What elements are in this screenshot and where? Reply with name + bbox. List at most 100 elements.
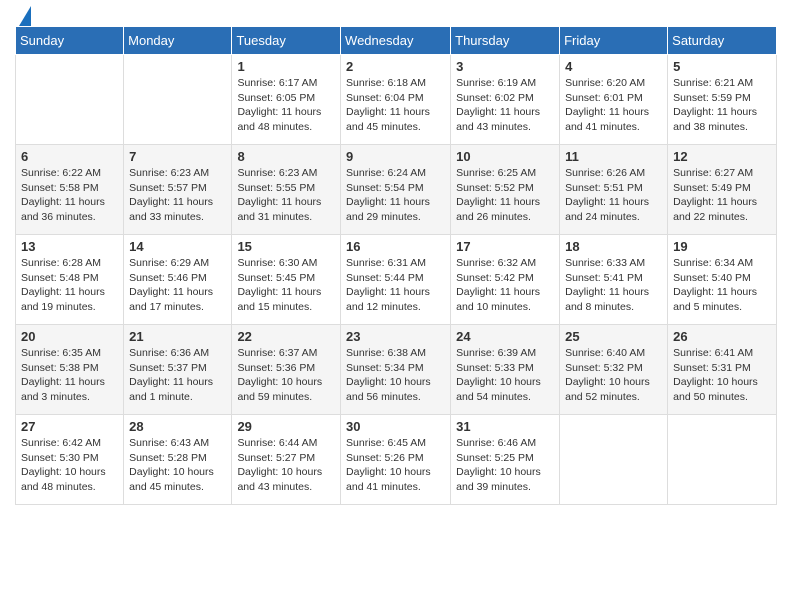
day-number: 18 [565, 239, 662, 254]
calendar-week-row: 6 Sunrise: 6:22 AMSunset: 5:58 PMDaylight… [16, 145, 777, 235]
day-info: Sunrise: 6:20 AMSunset: 6:01 PMDaylight:… [565, 76, 662, 135]
calendar-cell: 6 Sunrise: 6:22 AMSunset: 5:58 PMDaylight… [16, 145, 124, 235]
day-number: 7 [129, 149, 226, 164]
calendar-cell: 16 Sunrise: 6:31 AMSunset: 5:44 PMDayligh… [341, 235, 451, 325]
calendar-cell: 31 Sunrise: 6:46 AMSunset: 5:25 PMDayligh… [451, 415, 560, 505]
weekday-header: Saturday [668, 27, 777, 55]
calendar-cell: 1 Sunrise: 6:17 AMSunset: 6:05 PMDaylight… [232, 55, 341, 145]
day-number: 6 [21, 149, 118, 164]
day-number: 30 [346, 419, 445, 434]
day-number: 2 [346, 59, 445, 74]
day-info: Sunrise: 6:31 AMSunset: 5:44 PMDaylight:… [346, 256, 445, 315]
day-info: Sunrise: 6:33 AMSunset: 5:41 PMDaylight:… [565, 256, 662, 315]
day-number: 23 [346, 329, 445, 344]
calendar-cell: 27 Sunrise: 6:42 AMSunset: 5:30 PMDayligh… [16, 415, 124, 505]
calendar-cell [16, 55, 124, 145]
calendar-cell [124, 55, 232, 145]
day-info: Sunrise: 6:46 AMSunset: 5:25 PMDaylight:… [456, 436, 554, 495]
calendar-cell: 28Sunrise: 6:43 AMSunset: 5:28 PMDayligh… [124, 415, 232, 505]
day-number: 26 [673, 329, 771, 344]
calendar-cell: 23 Sunrise: 6:38 AMSunset: 5:34 PMDayligh… [341, 325, 451, 415]
weekday-header: Thursday [451, 27, 560, 55]
day-info: Sunrise: 6:17 AMSunset: 6:05 PMDaylight:… [237, 76, 335, 135]
day-number: 4 [565, 59, 662, 74]
day-info: Sunrise: 6:23 AMSunset: 5:57 PMDaylight:… [129, 166, 226, 225]
weekday-header: Wednesday [341, 27, 451, 55]
calendar-week-row: 13 Sunrise: 6:28 AMSunset: 5:48 PMDayligh… [16, 235, 777, 325]
day-info: Sunrise: 6:38 AMSunset: 5:34 PMDaylight:… [346, 346, 445, 405]
day-number: 31 [456, 419, 554, 434]
calendar-cell [668, 415, 777, 505]
day-info: Sunrise: 6:35 AMSunset: 5:38 PMDaylight:… [21, 346, 118, 405]
calendar-cell: 18 Sunrise: 6:33 AMSunset: 5:41 PMDayligh… [560, 235, 668, 325]
day-number: 5 [673, 59, 771, 74]
day-info: Sunrise: 6:39 AMSunset: 5:33 PMDaylight:… [456, 346, 554, 405]
calendar-cell: 7 Sunrise: 6:23 AMSunset: 5:57 PMDaylight… [124, 145, 232, 235]
day-info: Sunrise: 6:26 AMSunset: 5:51 PMDaylight:… [565, 166, 662, 225]
day-info: Sunrise: 6:22 AMSunset: 5:58 PMDaylight:… [21, 166, 118, 225]
day-info: Sunrise: 6:40 AMSunset: 5:32 PMDaylight:… [565, 346, 662, 405]
day-info: Sunrise: 6:25 AMSunset: 5:52 PMDaylight:… [456, 166, 554, 225]
day-number: 25 [565, 329, 662, 344]
weekday-header: Sunday [16, 27, 124, 55]
weekday-header: Tuesday [232, 27, 341, 55]
day-info: Sunrise: 6:36 AMSunset: 5:37 PMDaylight:… [129, 346, 226, 405]
calendar-cell: 17 Sunrise: 6:32 AMSunset: 5:42 PMDayligh… [451, 235, 560, 325]
calendar-cell: 22Sunrise: 6:37 AMSunset: 5:36 PMDayligh… [232, 325, 341, 415]
day-number: 10 [456, 149, 554, 164]
day-number: 28 [129, 419, 226, 434]
calendar-cell: 5 Sunrise: 6:21 AMSunset: 5:59 PMDaylight… [668, 55, 777, 145]
day-info: Sunrise: 6:34 AMSunset: 5:40 PMDaylight:… [673, 256, 771, 315]
calendar-cell: 11 Sunrise: 6:26 AMSunset: 5:51 PMDayligh… [560, 145, 668, 235]
weekday-header: Friday [560, 27, 668, 55]
logo-triangle-icon [19, 6, 31, 26]
day-number: 11 [565, 149, 662, 164]
day-number: 1 [237, 59, 335, 74]
day-number: 21 [129, 329, 226, 344]
calendar-cell: 21 Sunrise: 6:36 AMSunset: 5:37 PMDayligh… [124, 325, 232, 415]
calendar-cell: 19Sunrise: 6:34 AMSunset: 5:40 PMDayligh… [668, 235, 777, 325]
day-number: 12 [673, 149, 771, 164]
calendar-cell: 14 Sunrise: 6:29 AMSunset: 5:46 PMDayligh… [124, 235, 232, 325]
day-info: Sunrise: 6:19 AMSunset: 6:02 PMDaylight:… [456, 76, 554, 135]
day-info: Sunrise: 6:28 AMSunset: 5:48 PMDaylight:… [21, 256, 118, 315]
day-number: 17 [456, 239, 554, 254]
calendar-header: SundayMondayTuesdayWednesdayThursdayFrid… [16, 27, 777, 55]
calendar-cell: 25 Sunrise: 6:40 AMSunset: 5:32 PMDayligh… [560, 325, 668, 415]
day-number: 27 [21, 419, 118, 434]
day-info: Sunrise: 6:32 AMSunset: 5:42 PMDaylight:… [456, 256, 554, 315]
day-info: Sunrise: 6:30 AMSunset: 5:45 PMDaylight:… [237, 256, 335, 315]
day-number: 8 [237, 149, 335, 164]
day-info: Sunrise: 6:41 AMSunset: 5:31 PMDaylight:… [673, 346, 771, 405]
weekday-header: Monday [124, 27, 232, 55]
day-number: 29 [237, 419, 335, 434]
logo [15, 10, 31, 18]
day-number: 3 [456, 59, 554, 74]
day-info: Sunrise: 6:42 AMSunset: 5:30 PMDaylight:… [21, 436, 118, 495]
day-info: Sunrise: 6:29 AMSunset: 5:46 PMDaylight:… [129, 256, 226, 315]
calendar-week-row: 20 Sunrise: 6:35 AMSunset: 5:38 PMDayligh… [16, 325, 777, 415]
day-number: 9 [346, 149, 445, 164]
day-info: Sunrise: 6:23 AMSunset: 5:55 PMDaylight:… [237, 166, 335, 225]
day-number: 13 [21, 239, 118, 254]
calendar-cell: 3 Sunrise: 6:19 AMSunset: 6:02 PMDaylight… [451, 55, 560, 145]
calendar-cell: 29Sunrise: 6:44 AMSunset: 5:27 PMDayligh… [232, 415, 341, 505]
calendar-cell: 10 Sunrise: 6:25 AMSunset: 5:52 PMDayligh… [451, 145, 560, 235]
calendar-cell [560, 415, 668, 505]
day-info: Sunrise: 6:18 AMSunset: 6:04 PMDaylight:… [346, 76, 445, 135]
day-number: 20 [21, 329, 118, 344]
calendar-cell: 13 Sunrise: 6:28 AMSunset: 5:48 PMDayligh… [16, 235, 124, 325]
calendar-cell: 26 Sunrise: 6:41 AMSunset: 5:31 PMDayligh… [668, 325, 777, 415]
day-info: Sunrise: 6:27 AMSunset: 5:49 PMDaylight:… [673, 166, 771, 225]
calendar-cell: 12 Sunrise: 6:27 AMSunset: 5:49 PMDayligh… [668, 145, 777, 235]
day-number: 15 [237, 239, 335, 254]
day-info: Sunrise: 6:24 AMSunset: 5:54 PMDaylight:… [346, 166, 445, 225]
calendar-cell: 24Sunrise: 6:39 AMSunset: 5:33 PMDayligh… [451, 325, 560, 415]
day-info: Sunrise: 6:21 AMSunset: 5:59 PMDaylight:… [673, 76, 771, 135]
day-number: 14 [129, 239, 226, 254]
calendar-cell: 30Sunrise: 6:45 AMSunset: 5:26 PMDayligh… [341, 415, 451, 505]
day-number: 16 [346, 239, 445, 254]
calendar-cell: 4 Sunrise: 6:20 AMSunset: 6:01 PMDaylight… [560, 55, 668, 145]
calendar-cell: 8 Sunrise: 6:23 AMSunset: 5:55 PMDaylight… [232, 145, 341, 235]
calendar-week-row: 27 Sunrise: 6:42 AMSunset: 5:30 PMDayligh… [16, 415, 777, 505]
